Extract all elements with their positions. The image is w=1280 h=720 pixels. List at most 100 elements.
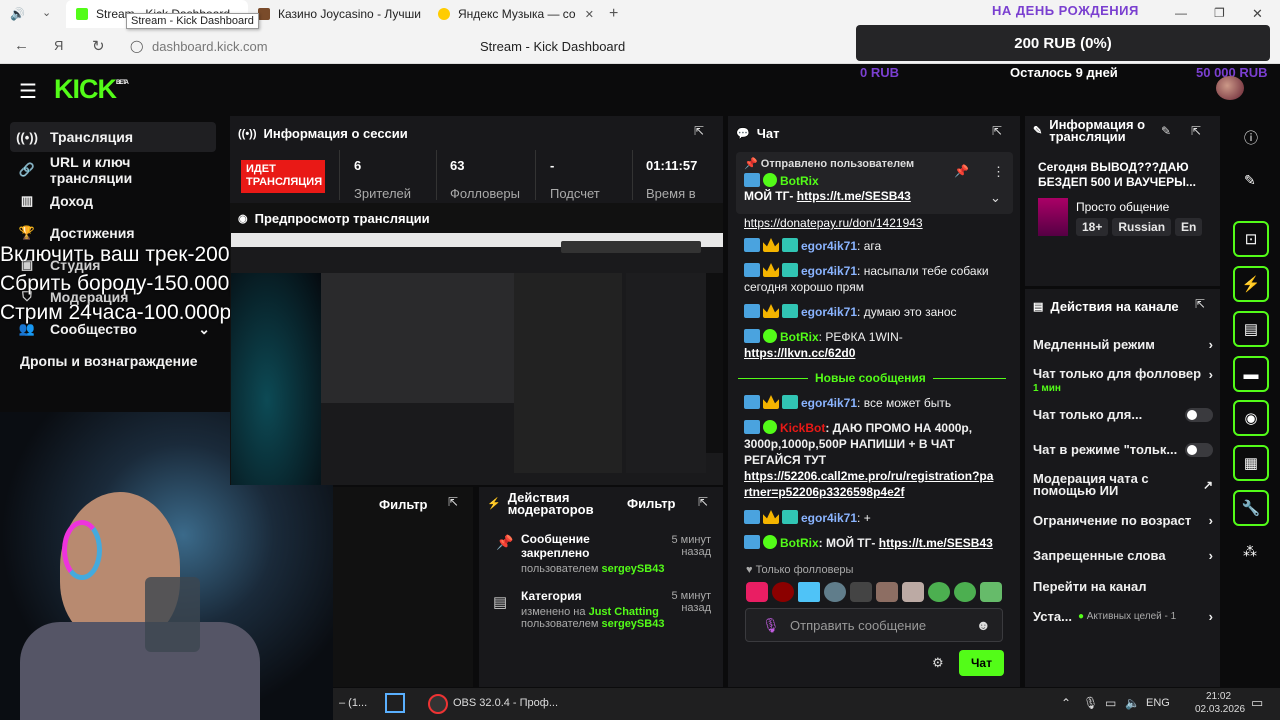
hamburger-menu-icon[interactable]: ☰	[19, 79, 37, 104]
category-name[interactable]: Просто общение	[1076, 200, 1169, 214]
subs-only-action[interactable]: Чат только для...	[1033, 407, 1213, 422]
tag[interactable]: Russian	[1112, 218, 1172, 236]
layout-icon[interactable]: ▦	[1233, 445, 1269, 481]
chat-input[interactable]: 🎙 Отправить сообщение ☻	[745, 608, 1003, 642]
sidebar-item-broadcast[interactable]: ((•)) Трансляция	[10, 122, 216, 152]
microphone-icon[interactable]: 🎙	[762, 617, 780, 634]
chat-bubble-icon[interactable]: ▬	[1233, 356, 1269, 392]
mod-user[interactable]: sergeySB43	[601, 618, 664, 630]
volume-icon[interactable]: 🔈	[1125, 696, 1140, 710]
url-field[interactable]: dashboard.kick.com	[152, 39, 268, 54]
broadcast-icon[interactable]: ◉	[1233, 400, 1269, 436]
clock-date[interactable]: 02.03.2026	[1195, 704, 1245, 715]
chat-settings-gear-icon[interactable]: ⚙	[932, 655, 944, 671]
yandex-icon[interactable]: Я	[54, 38, 63, 53]
emote-icon[interactable]	[798, 582, 820, 602]
chevron-down-icon[interactable]: ⌄	[990, 190, 1001, 206]
document-icon[interactable]: ▤	[1233, 311, 1269, 347]
banned-words-action[interactable]: Запрещенные слова ›	[1033, 548, 1213, 563]
notifications-icon[interactable]: ▭	[1251, 695, 1263, 711]
edit-icon[interactable]: ✎	[1244, 172, 1256, 189]
tag[interactable]: 18+	[1076, 218, 1109, 236]
tab-list-chevron-icon[interactable]: ⌄	[42, 6, 51, 19]
sidebar-item-stream-key[interactable]: 🔗 URL и ключ трансляции	[10, 154, 216, 186]
network-icon[interactable]: ▭	[1105, 696, 1116, 710]
emote-icon[interactable]	[876, 582, 898, 602]
speaker-icon[interactable]: 🔊	[10, 7, 25, 21]
info-icon[interactable]: ⓘ	[1244, 128, 1258, 148]
chat-username[interactable]: BotRix	[780, 536, 819, 550]
camera-icon[interactable]: ⊡	[1233, 221, 1269, 257]
more-options-icon[interactable]: ⋮	[992, 164, 1005, 180]
chat-username[interactable]: egor4ik71	[801, 264, 857, 278]
emote-icon[interactable]	[824, 582, 846, 602]
restore-icon[interactable]: ❐	[1214, 6, 1225, 20]
chat-username[interactable]: egor4ik71	[801, 396, 857, 410]
popout-icon[interactable]: ⇱	[1191, 124, 1201, 138]
avatar[interactable]	[1216, 76, 1244, 100]
donate-link[interactable]: https://donatepay.ru/don/1421943	[744, 216, 923, 230]
clock-time[interactable]: 21:02	[1206, 691, 1231, 702]
emote-only-action[interactable]: Чат в режиме "тольк...	[1033, 442, 1213, 457]
chat-username[interactable]: BotRix	[780, 330, 819, 344]
popout-icon[interactable]: ⇱	[698, 495, 708, 509]
filter-label[interactable]: Фильтр	[627, 496, 676, 511]
obs-taskbar-label[interactable]: OBS 32.0.4 - Проф...	[453, 697, 558, 709]
chat-username[interactable]: egor4ik71	[801, 511, 857, 525]
close-window-icon[interactable]: ✕	[1252, 6, 1263, 22]
microphone-tray-icon[interactable]: 🎙	[1083, 696, 1098, 710]
tab-yandex-music[interactable]: Яндекс Музыка — со ✕	[428, 0, 604, 28]
send-chat-button[interactable]: Чат	[959, 650, 1004, 676]
chat-username[interactable]: egor4ik71	[801, 305, 857, 319]
chat-username[interactable]: egor4ik71	[801, 239, 857, 253]
sidebar-item-drops[interactable]: Дропы и вознаграждение	[10, 346, 216, 376]
chat-username[interactable]: KickBot	[780, 421, 825, 435]
obs-icon[interactable]	[428, 694, 448, 714]
chat-link[interactable]: https://52206.call2me.pro/ru/registratio…	[744, 468, 994, 500]
back-icon[interactable]: ←	[14, 37, 29, 54]
tab-joycasino[interactable]: Казино Joycasino - Лучши ✕	[248, 0, 424, 28]
ai-moderation-action[interactable]: Модерация чата с помощью ИИ ↗	[1033, 472, 1213, 497]
tag[interactable]: En	[1175, 218, 1203, 236]
taskbar-item[interactable]: – (1...	[339, 697, 367, 709]
subs-only-toggle[interactable]	[1185, 407, 1213, 422]
go-to-channel-action[interactable]: Перейти на канал	[1033, 579, 1213, 594]
new-tab-icon[interactable]: +	[609, 5, 618, 23]
popout-icon[interactable]: ⇱	[694, 124, 704, 138]
reload-icon[interactable]: ↻	[92, 37, 105, 55]
close-tab-icon[interactable]: ✕	[579, 8, 594, 21]
emote-only-toggle[interactable]	[1185, 442, 1213, 457]
pinned-username[interactable]: BotRix	[780, 174, 819, 188]
bolt-icon[interactable]: ⚡	[1233, 266, 1269, 302]
emoji-icon[interactable]: ☻	[976, 617, 991, 633]
popout-icon[interactable]: ⇱	[1195, 297, 1205, 311]
emote-icon[interactable]	[954, 582, 976, 602]
kick-logo[interactable]: KICKBETA	[54, 74, 129, 105]
slow-mode-action[interactable]: Медленный режим ›	[1033, 337, 1213, 352]
popout-icon[interactable]: ⇱	[448, 495, 458, 509]
chat-link[interactable]: https://lkvn.cc/62d0	[744, 346, 855, 360]
popout-icon[interactable]: ⇱	[992, 124, 1002, 138]
age-restriction-action[interactable]: Ограничение по возраст ›	[1033, 513, 1213, 528]
category-value[interactable]: Just Chatting	[589, 606, 659, 618]
preview-video[interactable]	[231, 233, 723, 485]
emote-icon[interactable]	[850, 582, 872, 602]
emote-icon[interactable]	[928, 582, 950, 602]
language-indicator[interactable]: ENG	[1146, 697, 1170, 709]
emote-icon[interactable]	[772, 582, 794, 602]
minimize-icon[interactable]: —	[1175, 6, 1187, 20]
snip-tool-icon[interactable]	[385, 693, 405, 713]
emote-icon[interactable]	[980, 582, 1002, 602]
chat-link[interactable]: https://t.me/SESB43	[879, 536, 993, 550]
pinned-link[interactable]: https://t.me/SESB43	[797, 189, 911, 203]
mod-user[interactable]: sergeySB43	[601, 563, 664, 575]
edit-pencil-icon[interactable]: ✎	[1161, 124, 1171, 138]
goals-action[interactable]: Уста... ● Активных целей - 1 ›	[1033, 609, 1213, 624]
tray-chevron-icon[interactable]: ⌃	[1061, 696, 1071, 710]
share-icon[interactable]: ⁂	[1243, 543, 1257, 560]
pin-icon[interactable]: 📌	[954, 164, 969, 178]
sidebar-item-income[interactable]: ▥ Доход	[10, 186, 216, 216]
followers-only-action[interactable]: Чат только для фолловер 1 мин ›	[1033, 367, 1213, 395]
emote-icon[interactable]	[902, 582, 924, 602]
filter-label[interactable]: Фильтр	[379, 497, 428, 512]
